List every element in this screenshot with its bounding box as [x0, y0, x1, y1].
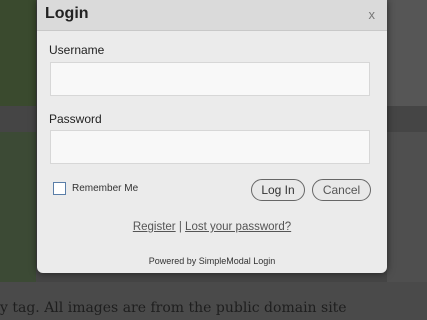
link-separator: | — [178, 221, 182, 233]
cancel-button[interactable]: Cancel — [312, 179, 371, 201]
remember-me-label[interactable]: Remember Me — [72, 183, 138, 194]
login-button[interactable]: Log In — [251, 179, 305, 201]
remember-me-checkbox[interactable] — [53, 182, 66, 195]
modal-title: Login — [45, 5, 89, 22]
powered-by-text: Powered by SimpleModal Login — [148, 256, 276, 266]
login-modal: Login x Username Password Remember Me Lo… — [37, 0, 387, 273]
close-icon[interactable]: x — [369, 7, 376, 22]
background-photo — [387, 132, 427, 282]
modal-links: Register | Lost your password? — [37, 221, 387, 233]
password-label: Password — [49, 112, 102, 126]
background-photo — [0, 0, 36, 106]
register-link[interactable]: Register — [133, 221, 176, 233]
lost-password-link[interactable]: Lost your password? — [185, 221, 291, 233]
username-label: Username — [49, 43, 105, 57]
remember-me: Remember Me — [53, 182, 138, 195]
background-photo — [387, 0, 427, 106]
background-text: y tag. All images are from the public do… — [0, 300, 347, 316]
background-photo — [0, 132, 36, 282]
password-field[interactable] — [50, 130, 370, 164]
username-field[interactable] — [50, 62, 370, 96]
modal-header: Login x — [37, 0, 387, 31]
